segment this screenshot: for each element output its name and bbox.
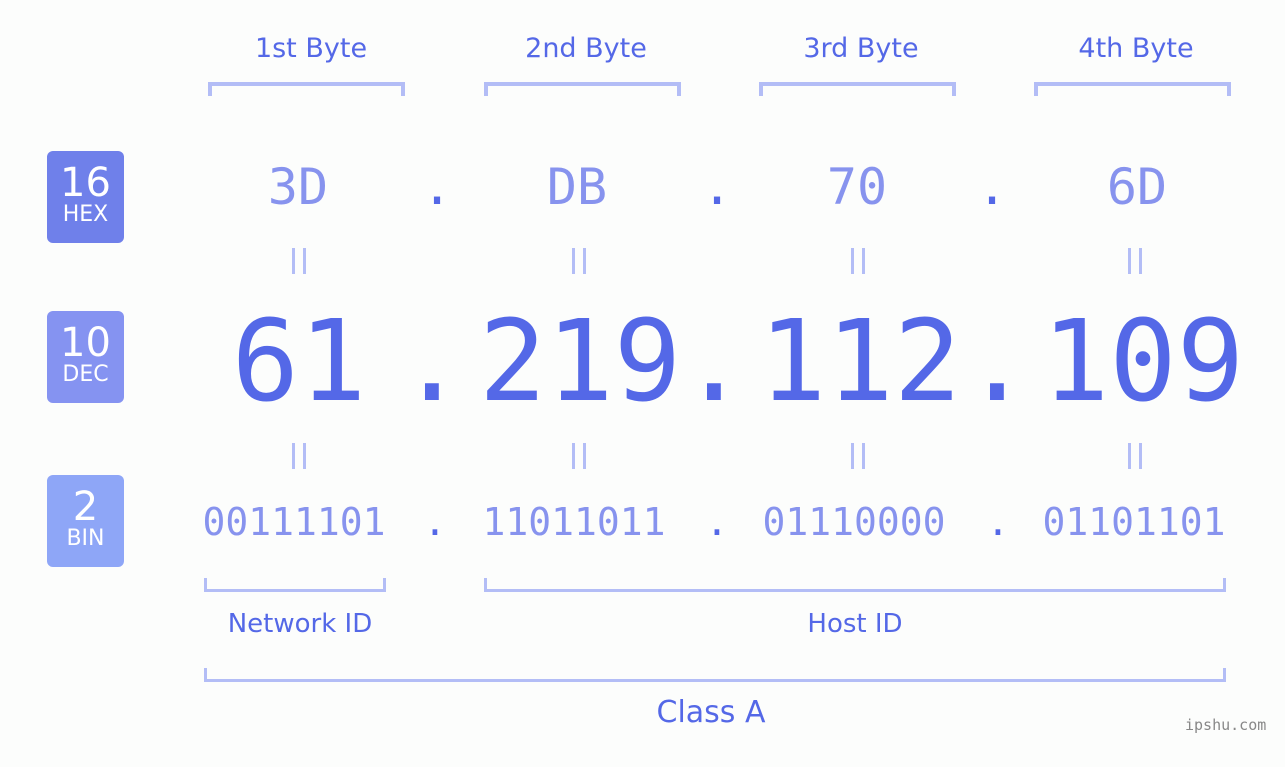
equals-marker xyxy=(572,443,586,469)
bin-base: 2 xyxy=(72,484,99,530)
byte-bracket-2 xyxy=(484,82,681,96)
byte-header-3: 3rd Byte xyxy=(803,33,919,64)
dec-dot-2: . xyxy=(680,297,748,427)
byte-header-2: 2nd Byte xyxy=(525,33,647,64)
dec-dot-1: . xyxy=(398,297,466,427)
equals-marker xyxy=(851,248,865,274)
hex-base: 16 xyxy=(60,160,111,206)
hex-dot-1: . xyxy=(421,158,453,216)
equals-marker xyxy=(292,443,306,469)
byte-header-1: 1st Byte xyxy=(254,33,368,64)
byte-bracket-3 xyxy=(759,82,956,96)
bin-label: BIN xyxy=(66,526,105,551)
host-id-bracket xyxy=(484,578,1226,592)
network-id-label: Network ID xyxy=(227,609,373,639)
hex-badge: 16 HEX xyxy=(47,151,124,243)
bin-dot-2: . xyxy=(705,500,729,544)
dec-label: DEC xyxy=(62,362,109,387)
host-id-label: Host ID xyxy=(807,609,903,639)
network-id-bracket xyxy=(204,578,386,592)
equals-marker xyxy=(1128,248,1142,274)
bin-dot-1: . xyxy=(423,500,447,544)
dec-base: 10 xyxy=(60,320,111,366)
byte-header-4: 4th Byte xyxy=(1078,33,1194,64)
equals-marker xyxy=(851,443,865,469)
class-label: Class A xyxy=(656,695,766,730)
hex-label: HEX xyxy=(62,202,109,227)
byte-bracket-1 xyxy=(208,82,405,96)
equals-marker xyxy=(1128,443,1142,469)
hex-dot-3: . xyxy=(976,158,1008,216)
class-bracket xyxy=(204,668,1226,682)
dec-dot-3: . xyxy=(963,297,1031,427)
bin-badge: 2 BIN xyxy=(47,475,124,567)
equals-marker xyxy=(292,248,306,274)
equals-marker xyxy=(572,248,586,274)
dec-badge: 10 DEC xyxy=(47,311,124,403)
watermark: ipshu.com xyxy=(1185,716,1267,734)
byte-bracket-4 xyxy=(1034,82,1231,96)
bin-dot-3: . xyxy=(986,500,1010,544)
hex-dot-2: . xyxy=(701,158,733,216)
